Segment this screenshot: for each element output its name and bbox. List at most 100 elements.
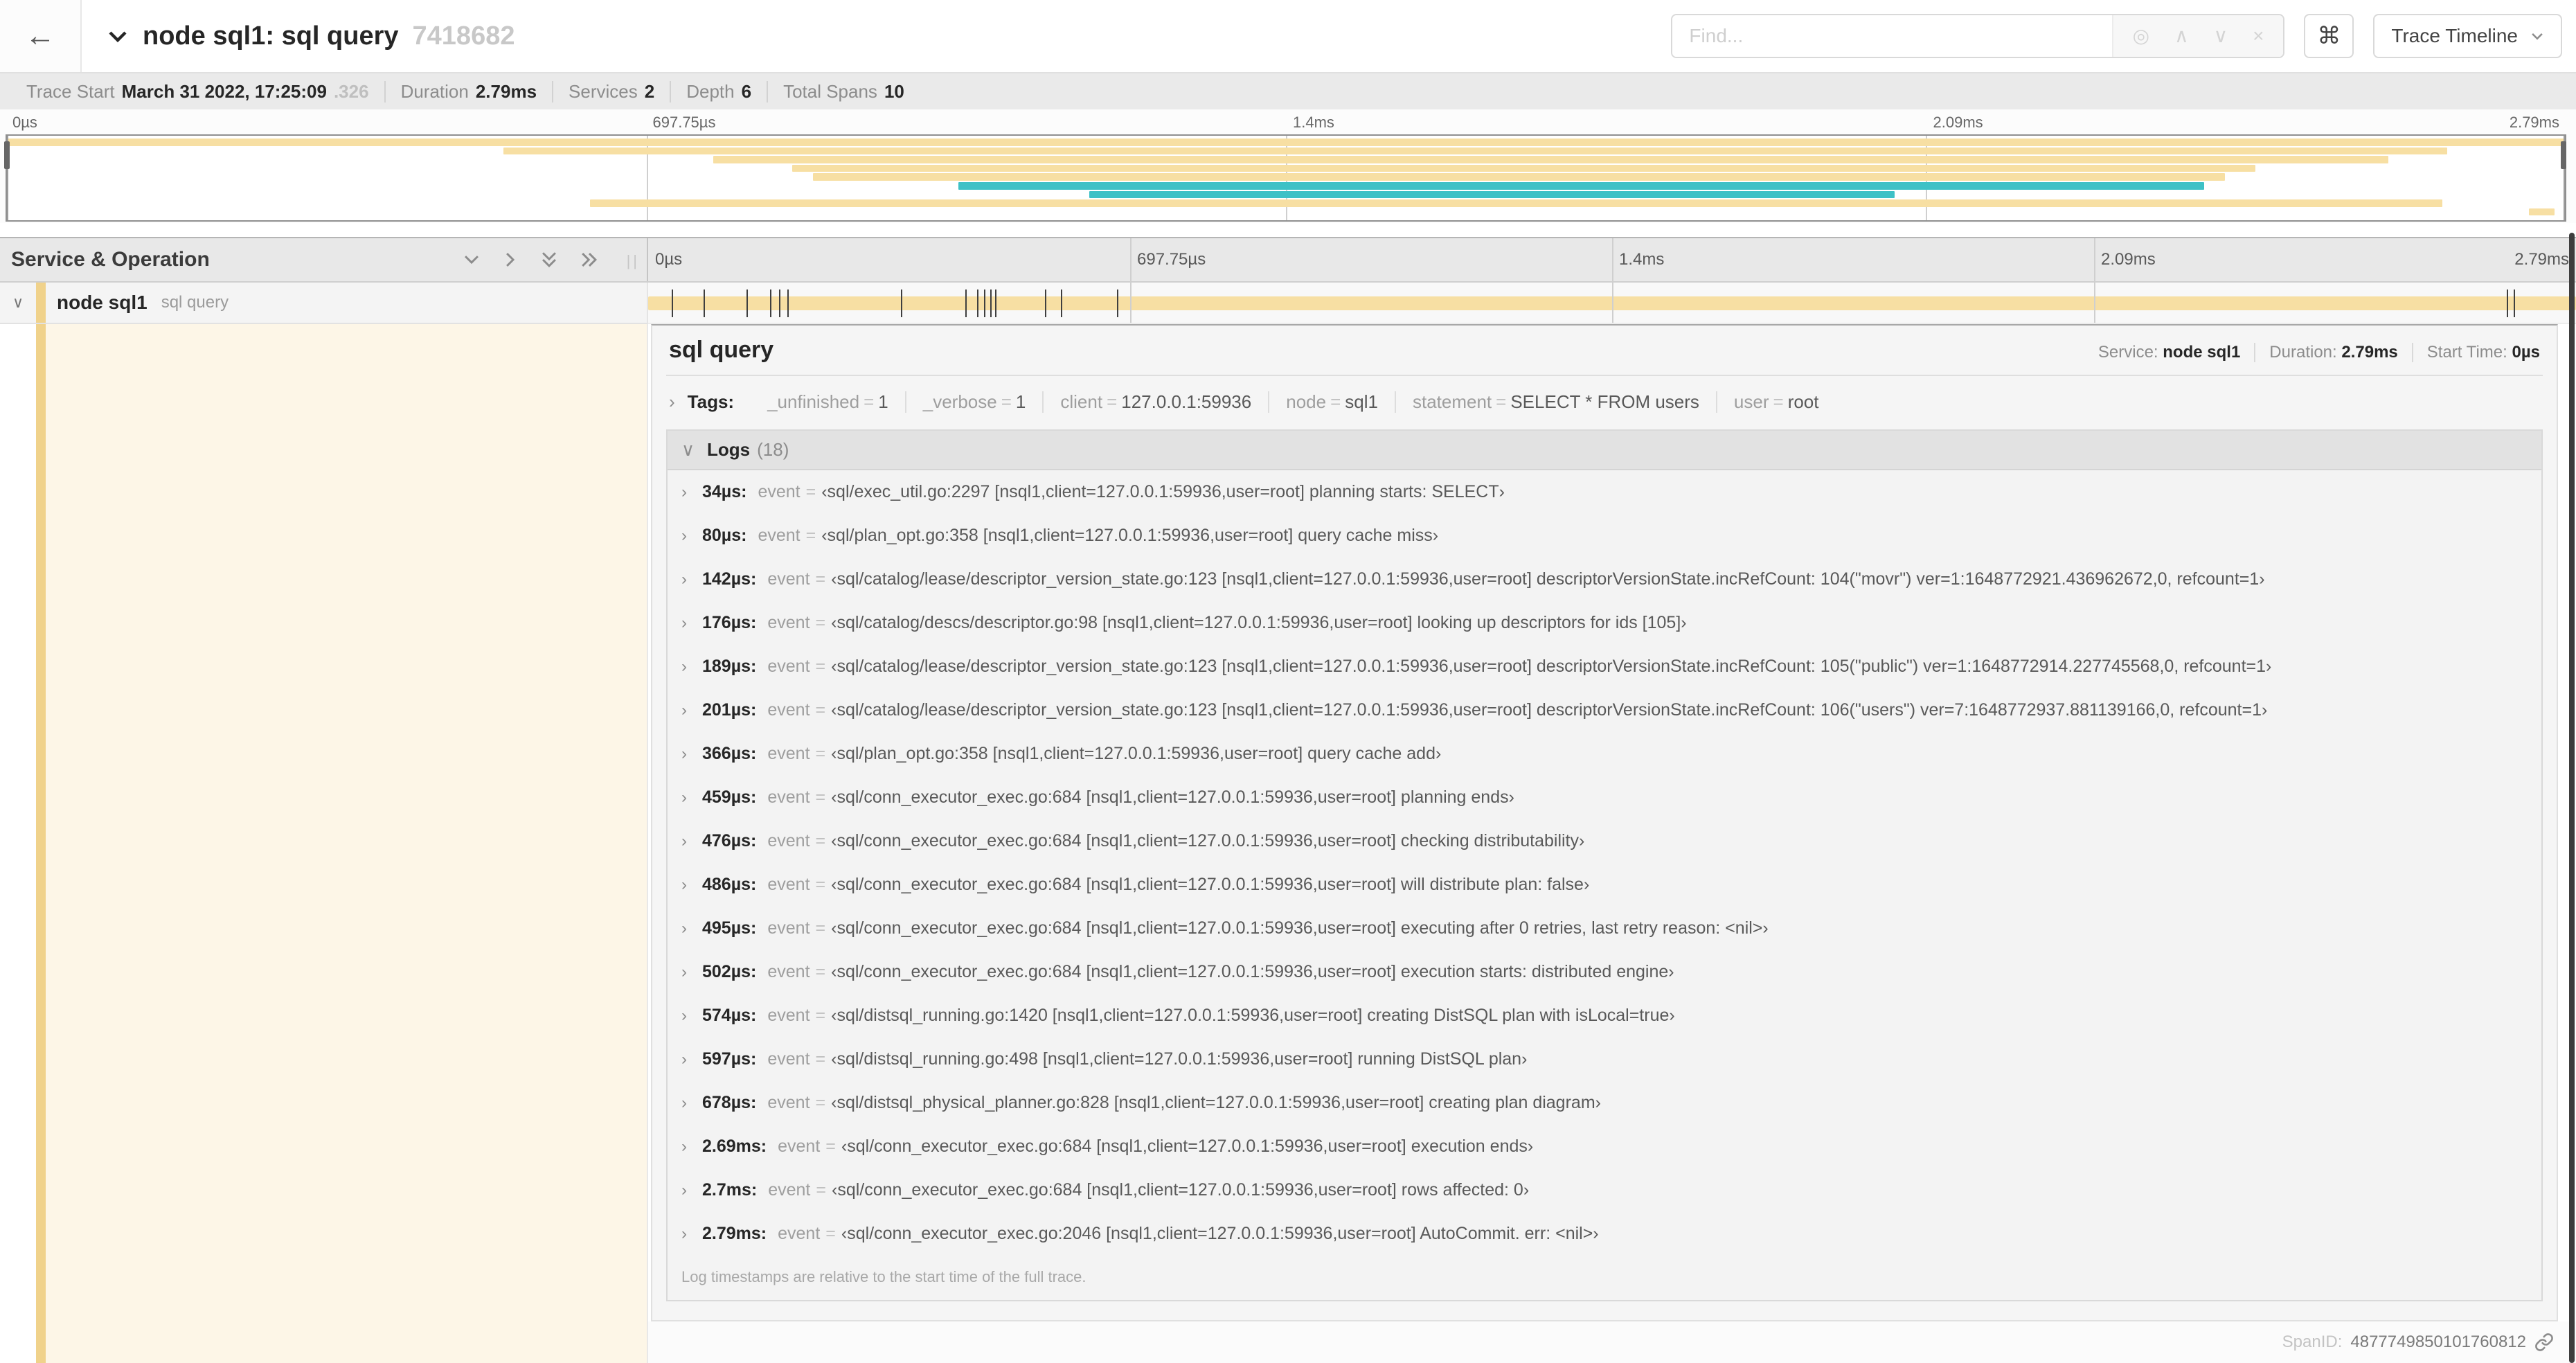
span-detail-footer: SpanID: 4877749850101760812 (648, 1321, 2576, 1363)
log-row[interactable]: › 459µs: event = ‹sql/conn_executor_exec.go:… (668, 776, 2541, 819)
tag-equals: = (864, 391, 875, 412)
minimap-right-scrubber[interactable] (2561, 136, 2566, 220)
chevron-right-icon: › (681, 1006, 687, 1025)
log-timestamp: 2.69ms: (702, 1137, 767, 1156)
chevron-right-icon: › (681, 657, 687, 676)
log-marker-tick (778, 289, 780, 317)
span-detail-panel: sql query Service: node sql1 Duration: 2.… (651, 324, 2558, 1321)
chevron-down-icon (2532, 33, 2543, 40)
log-row[interactable]: › 678µs: event = ‹sql/distsql_physical_plann… (668, 1081, 2541, 1125)
timeline-grid-line (2094, 283, 2095, 323)
minimap-span (503, 147, 2448, 155)
log-row[interactable]: › 201µs: event = ‹sql/catalog/lease/descript… (668, 688, 2541, 732)
log-row[interactable]: › 366µs: event = ‹sql/plan_opt.go:358 [nsql1… (668, 732, 2541, 776)
prev-result-icon[interactable]: ∧ (2174, 26, 2189, 46)
scrubber-handle[interactable] (4, 141, 10, 169)
log-equals: = (815, 613, 826, 632)
collapse-controls (463, 249, 636, 270)
trace-info-item: Total Spans 10 (767, 80, 920, 103)
trace-info-label: Depth (686, 80, 735, 102)
log-timestamp: 495µs: (702, 918, 757, 938)
log-message: ‹sql/catalog/lease/descriptor_version_st… (831, 569, 2265, 589)
log-field-name: event (767, 700, 810, 720)
log-row[interactable]: › 142µs: event = ‹sql/catalog/lease/descript… (668, 558, 2541, 601)
log-message: ‹sql/conn_executor_exec.go:684 [nsql1,cl… (832, 1180, 1530, 1200)
trace-info-item: Services 2 (552, 80, 670, 103)
timeline-grid-line (1612, 283, 1613, 323)
log-equals: = (815, 787, 826, 807)
log-message: ‹sql/distsql_running.go:1420 [nsql1,clie… (831, 1006, 1675, 1025)
focus-icon[interactable]: ◎ (2133, 26, 2149, 46)
log-row[interactable]: › 34µs: event = ‹sql/exec_util.go:2297 [nsql… (668, 470, 2541, 514)
trace-info-value-suffix: .326 (333, 80, 369, 102)
log-equals: = (815, 1093, 826, 1112)
back-button[interactable]: ← (0, 0, 82, 72)
collapse-one-level-icon[interactable] (501, 251, 519, 269)
log-row[interactable]: › 2.79ms: event = ‹sql/conn_executor_exec.go… (668, 1212, 2541, 1256)
log-equals: = (815, 657, 826, 676)
log-equals: = (815, 875, 826, 894)
log-timestamp: 34µs: (702, 482, 747, 501)
log-row[interactable]: › 486µs: event = ‹sql/conn_executor_exec.go:… (668, 863, 2541, 907)
log-row[interactable]: › 2.7ms: event = ‹sql/conn_executor_exec.go:… (668, 1168, 2541, 1212)
chevron-right-icon: › (681, 614, 687, 632)
trace-info-label: Duration (400, 80, 469, 102)
log-timestamp: 189µs: (702, 657, 757, 676)
span-name-cell[interactable]: ∨ node sql1 sql query (0, 283, 648, 324)
chevron-right-icon: › (681, 1224, 687, 1243)
span-toggle-chevron-icon[interactable]: ∨ (0, 294, 36, 312)
clear-search-icon[interactable]: × (2253, 26, 2264, 46)
trace-info-value: 6 (741, 80, 752, 102)
log-marker-tick (746, 289, 748, 317)
log-field-name: event (767, 1006, 810, 1025)
log-row[interactable]: › 574µs: event = ‹sql/distsql_running.go:142… (668, 994, 2541, 1037)
log-row[interactable]: › 502µs: event = ‹sql/conn_executor_exec.go:… (668, 950, 2541, 994)
logs-accordion-header[interactable]: ∨ Logs (18) (668, 431, 2541, 470)
log-message: ‹sql/plan_opt.go:358 [nsql1,client=127.0… (831, 744, 1442, 763)
chevron-right-icon: › (681, 483, 687, 501)
expand-one-level-icon[interactable] (463, 251, 481, 269)
log-message: ‹sql/conn_executor_exec.go:684 [nsql1,cl… (841, 1137, 1534, 1156)
chevron-right-icon: › (681, 788, 687, 807)
tag-value: root (1787, 391, 1819, 412)
span-bar-cell[interactable] (648, 283, 2576, 324)
keyboard-shortcuts-button[interactable]: ⌘ (2304, 14, 2354, 58)
find-input[interactable] (1672, 15, 2112, 57)
log-message: ‹sql/conn_executor_exec.go:2046 [nsql1,c… (841, 1224, 1599, 1243)
log-row[interactable]: › 80µs: event = ‹sql/plan_opt.go:358 [nsql1,… (668, 514, 2541, 558)
link-icon[interactable] (2534, 1333, 2554, 1352)
next-result-icon[interactable]: ∨ (2214, 26, 2228, 46)
view-select[interactable]: Trace Timeline (2373, 14, 2562, 58)
column-resize-grip[interactable]: || (627, 252, 640, 270)
chevron-right-icon: › (681, 875, 687, 894)
ruler-grid-line (1612, 238, 1613, 281)
collapse-all-icon[interactable] (579, 251, 600, 269)
log-message: ‹sql/conn_executor_exec.go:684 [nsql1,cl… (831, 962, 1674, 981)
minimap-span (1089, 190, 1895, 199)
log-field-name: event (758, 482, 800, 501)
minimap-canvas[interactable] (4, 134, 2566, 222)
log-equals: = (815, 1049, 826, 1069)
tag-value: 1 (1015, 391, 1026, 412)
log-row[interactable]: › 189µs: event = ‹sql/catalog/lease/descript… (668, 645, 2541, 688)
detail-meta-value: 2.79ms (2341, 343, 2398, 362)
tags-accordion[interactable]: › Tags: _unfinished = 1 _verbose = 1 client = 12… (666, 383, 2543, 421)
log-row[interactable]: › 476µs: event = ‹sql/conn_executor_exec.go:… (668, 819, 2541, 863)
log-equals: = (825, 1137, 836, 1156)
log-row[interactable]: › 176µs: event = ‹sql/catalog/descs/descript… (668, 601, 2541, 645)
scrubber-handle[interactable] (2561, 141, 2566, 169)
collapse-trace-chevron-icon[interactable] (107, 25, 129, 47)
vertical-scrollbar[interactable] (2569, 233, 2575, 1363)
chevron-right-icon: › (681, 963, 687, 981)
tag-item: _verbose = 1 (904, 391, 1043, 413)
log-marker-tick (1116, 289, 1118, 317)
tag-key: node (1286, 391, 1327, 412)
minimap-left-scrubber[interactable] (4, 136, 10, 220)
log-row[interactable]: › 597µs: event = ‹sql/distsql_running.go:498… (668, 1037, 2541, 1081)
log-message: ‹sql/conn_executor_exec.go:684 [nsql1,cl… (831, 875, 1590, 894)
log-field-name: event (767, 918, 810, 938)
expand-all-icon[interactable] (540, 249, 558, 270)
log-row[interactable]: › 495µs: event = ‹sql/conn_executor_exec.go:… (668, 907, 2541, 950)
trace-id: 7418682 (412, 21, 515, 51)
log-row[interactable]: › 2.69ms: event = ‹sql/conn_executor_exec.go… (668, 1125, 2541, 1168)
